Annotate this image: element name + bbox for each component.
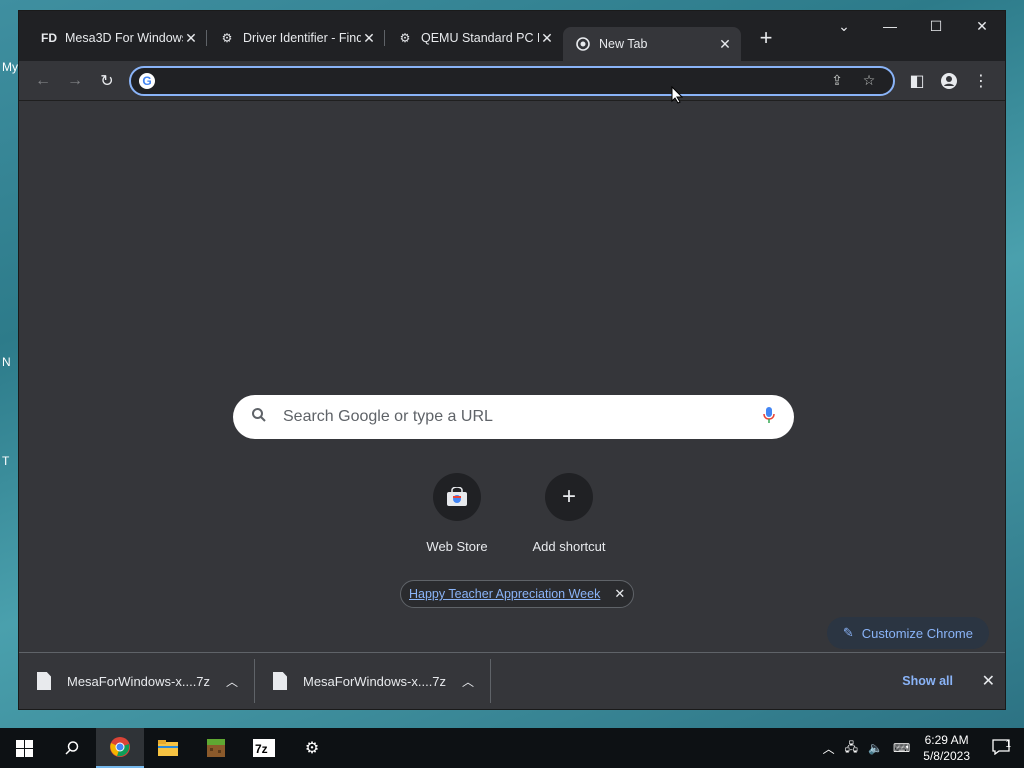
- desktop-edge: My N T: [0, 0, 18, 728]
- chevron-up-icon[interactable]: ︿: [462, 673, 474, 690]
- promo-chip: Happy Teacher Appreciation Week ✕: [400, 580, 635, 608]
- svg-text:7z: 7z: [255, 742, 268, 756]
- search-icon[interactable]: [48, 728, 96, 768]
- customize-chrome-button[interactable]: ✎ Customize Chrome: [826, 617, 989, 649]
- tab-new-tab[interactable]: New Tab ✕: [563, 27, 741, 61]
- tab-qemu[interactable]: ⚙ QEMU Standard PC D ✕: [385, 22, 563, 54]
- chevron-up-icon[interactable]: ︿: [818, 740, 840, 757]
- minecraft-block-icon[interactable]: [192, 728, 240, 768]
- download-filename: MesaForWindows-x....7z: [67, 673, 211, 689]
- toolbar: ← → ↻ G ⇪ ☆ ◧ ⋮: [19, 61, 1005, 101]
- close-window-icon[interactable]: ✕: [959, 11, 1005, 41]
- promo-link[interactable]: Happy Teacher Appreciation Week: [409, 587, 600, 601]
- tab-mesa3d[interactable]: FD Mesa3D For Windows ✕: [29, 22, 207, 54]
- side-panel-icon[interactable]: ◧: [901, 65, 933, 97]
- desktop-icon-label: N: [2, 355, 11, 369]
- start-windows-icon[interactable]: [0, 728, 48, 768]
- mouse-cursor-icon: [671, 86, 683, 104]
- share-icon[interactable]: ⇪: [821, 72, 853, 89]
- reload-icon[interactable]: ↻: [91, 65, 123, 97]
- tab-title: Mesa3D For Windows: [65, 31, 183, 45]
- 7zip-icon[interactable]: 7z: [240, 728, 288, 768]
- keyboard-icon[interactable]: ⌨: [888, 741, 915, 755]
- promo-dismiss-icon[interactable]: ✕: [614, 586, 625, 602]
- show-all-button[interactable]: Show all: [902, 674, 953, 688]
- profile-icon[interactable]: [933, 65, 965, 97]
- shortcut-add[interactable]: + Add shortcut: [513, 473, 625, 554]
- gears-icon[interactable]: ⚙: [288, 728, 336, 768]
- chrome-icon: [575, 36, 591, 52]
- google-g-icon: G: [139, 72, 155, 89]
- notification-icon[interactable]: 1: [978, 739, 1024, 758]
- tab-strip: FD Mesa3D For Windows ✕ ⚙ Driver Identif…: [19, 11, 1005, 61]
- new-tab-page: Search Google or type a URL Web Store + …: [19, 101, 1005, 660]
- search-icon: [251, 407, 267, 428]
- taskbar: 7z ⚙ ︿ 🖧 🔈 ⌨ 6:29 AM 5/8/2023 1: [0, 728, 1024, 768]
- tab-search-chevron-icon[interactable]: ⌄: [821, 11, 867, 41]
- tab-title: New Tab: [599, 37, 648, 51]
- microphone-icon[interactable]: [762, 406, 776, 429]
- download-filename: MesaForWindows-x....7z: [303, 673, 447, 689]
- window-controls: ⌄ — ☐ ✕: [821, 11, 1005, 41]
- tab-close-icon[interactable]: ✕: [539, 30, 555, 47]
- ntp-search-box[interactable]: Search Google or type a URL: [233, 395, 794, 439]
- desktop-icon-label: T: [2, 454, 10, 468]
- chevron-up-icon[interactable]: ︿: [226, 673, 238, 690]
- omnibox[interactable]: G ⇪ ☆: [129, 65, 895, 96]
- notification-count-badge: 1: [1005, 738, 1011, 750]
- tab-driver-identifier[interactable]: ⚙ Driver Identifier - Find ✕: [207, 22, 385, 54]
- new-tab-button[interactable]: +: [753, 25, 779, 51]
- file-icon: [273, 672, 287, 690]
- gears-icon: ⚙: [221, 31, 233, 45]
- download-item[interactable]: MesaForWindows-x....7z ︿: [19, 659, 255, 703]
- webstore-icon: [433, 473, 481, 521]
- bookmark-star-icon[interactable]: ☆: [853, 72, 885, 89]
- shortcut-web-store[interactable]: Web Store: [401, 473, 513, 554]
- close-shelf-icon[interactable]: ✕: [982, 671, 995, 691]
- download-shelf: MesaForWindows-x....7z ︿ MesaForWindows-…: [19, 652, 1005, 709]
- address-input[interactable]: [163, 72, 821, 89]
- chrome-taskbar-icon[interactable]: [96, 728, 144, 768]
- desktop-icon-label: My: [2, 60, 18, 74]
- fd-favicon-icon: FD: [41, 31, 57, 45]
- file-icon: [37, 672, 51, 690]
- tab-close-icon[interactable]: ✕: [361, 30, 377, 47]
- chrome-window: FD Mesa3D For Windows ✕ ⚙ Driver Identif…: [18, 10, 1006, 710]
- menu-kebab-icon[interactable]: ⋮: [965, 65, 997, 97]
- pencil-icon: ✎: [842, 625, 854, 640]
- clock-time: 6:29 AM: [924, 733, 969, 747]
- clock-date: 5/8/2023: [923, 749, 970, 763]
- shortcut-label: Web Store: [426, 539, 488, 554]
- volume-icon[interactable]: 🔈: [863, 741, 888, 755]
- plus-icon: +: [545, 473, 593, 521]
- forward-icon[interactable]: →: [59, 65, 91, 97]
- gears-icon: ⚙: [399, 31, 411, 45]
- maximize-icon[interactable]: ☐: [913, 11, 959, 41]
- system-tray: ︿ 🖧 🔈 ⌨ 6:29 AM 5/8/2023 1: [818, 728, 1024, 768]
- network-icon[interactable]: 🖧: [840, 738, 863, 759]
- shortcut-label: Add shortcut: [532, 539, 606, 554]
- clock[interactable]: 6:29 AM 5/8/2023: [915, 732, 978, 764]
- tab-close-icon[interactable]: ✕: [717, 36, 733, 53]
- tab-close-icon[interactable]: ✕: [183, 30, 199, 47]
- minimize-icon[interactable]: —: [867, 11, 913, 41]
- file-explorer-icon[interactable]: [144, 728, 192, 768]
- tab-title: QEMU Standard PC D: [421, 31, 539, 45]
- tab-title: Driver Identifier - Find: [243, 31, 361, 45]
- download-item[interactable]: MesaForWindows-x....7z ︿: [255, 659, 491, 703]
- back-icon[interactable]: ←: [27, 65, 59, 97]
- search-placeholder: Search Google or type a URL: [283, 408, 493, 425]
- customize-label: Customize Chrome: [861, 625, 973, 641]
